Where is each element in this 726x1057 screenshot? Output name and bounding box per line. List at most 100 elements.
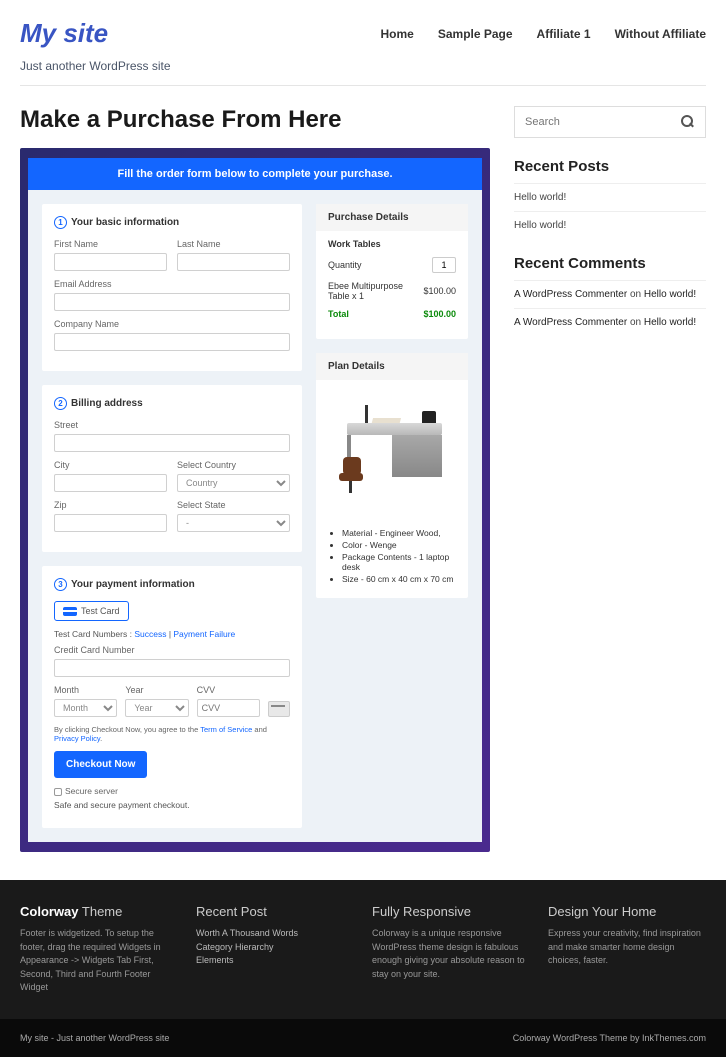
step-1-icon: 1 (54, 216, 67, 229)
bullet-item: Size - 60 cm x 40 cm x 70 cm (342, 574, 456, 584)
total-value: $100.00 (423, 309, 456, 319)
product-image (328, 388, 456, 518)
basic-info-card: 1Your basic information First Name Last … (42, 204, 302, 371)
nav-affiliate1[interactable]: Affiliate 1 (537, 27, 591, 41)
plan-bullets: Material - Engineer Wood, Color - Wenge … (328, 528, 456, 584)
qty-label: Quantity (328, 260, 362, 270)
tos-link[interactable]: Term of Service (200, 725, 252, 734)
test-card-numbers: Test Card Numbers : Success | Payment Fa… (54, 629, 290, 639)
recent-comment: A WordPress Commenter on Hello world! (514, 280, 706, 308)
success-link[interactable]: Success (134, 629, 166, 639)
email-input[interactable] (54, 293, 290, 311)
test-card-tab[interactable]: Test Card (54, 601, 129, 621)
street-input[interactable] (54, 434, 290, 452)
commenter-link[interactable]: A WordPress Commenter (514, 289, 627, 300)
footer-site-info: My site - Just another WordPress site (20, 1033, 169, 1043)
qty-input[interactable] (432, 257, 456, 273)
site-tagline: Just another WordPress site (0, 59, 726, 85)
order-form: Fill the order form below to complete yo… (20, 148, 490, 852)
total-label: Total (328, 309, 349, 319)
footer-link[interactable]: Category Hierarchy (196, 941, 354, 955)
privacy-link[interactable]: Privacy Policy (54, 734, 100, 743)
commenter-link[interactable]: A WordPress Commenter (514, 317, 627, 328)
footer-col3-text: Colorway is a unique responsive WordPres… (372, 927, 530, 981)
footer-col4-heading: Design Your Home (548, 904, 706, 919)
cvv-card-icon (268, 701, 290, 717)
search-box[interactable] (514, 106, 706, 138)
recent-post-link[interactable]: Hello world! (514, 211, 706, 239)
search-icon[interactable] (681, 115, 695, 129)
cvv-input[interactable] (197, 699, 260, 717)
company-label: Company Name (54, 319, 290, 329)
recent-comments-heading: Recent Comments (514, 255, 706, 272)
plan-details-card: Plan Details Material - Engineer Wood, C… (316, 353, 468, 598)
year-select[interactable]: Year (125, 699, 188, 717)
recent-posts-heading: Recent Posts (514, 158, 706, 175)
divider (20, 85, 706, 86)
last-name-label: Last Name (177, 239, 290, 249)
comment-post-link[interactable]: Hello world! (644, 289, 696, 300)
email-label: Email Address (54, 279, 290, 289)
month-label: Month (54, 685, 117, 695)
month-select[interactable]: Month (54, 699, 117, 717)
nav-home[interactable]: Home (381, 27, 414, 41)
bullet-item: Package Contents - 1 laptop desk (342, 552, 456, 572)
city-input[interactable] (54, 474, 167, 492)
first-name-input[interactable] (54, 253, 167, 271)
street-label: Street (54, 420, 290, 430)
item-price: $100.00 (423, 286, 456, 296)
first-name-label: First Name (54, 239, 167, 249)
step-3-icon: 3 (54, 578, 67, 591)
footer-link[interactable]: Worth A Thousand Words (196, 927, 354, 941)
terms-text: By clicking Checkout Now, you agree to t… (54, 725, 290, 743)
footer-theme-credit[interactable]: Colorway WordPress Theme by InkThemes.co… (513, 1033, 706, 1043)
billing-card: 2Billing address Street City Select Coun… (42, 385, 302, 552)
company-input[interactable] (54, 333, 290, 351)
plan-heading: Plan Details (316, 353, 468, 380)
footer-link[interactable]: Elements (196, 954, 354, 968)
bullet-item: Color - Wenge (342, 540, 456, 550)
state-select[interactable]: - (177, 514, 290, 532)
cvv-label: CVV (197, 685, 260, 695)
failure-link[interactable]: Payment Failure (173, 629, 235, 639)
lock-icon (54, 788, 62, 796)
footer-col4-text: Express your creativity, find inspiratio… (548, 927, 706, 968)
footer-col3-heading: Fully Responsive (372, 904, 530, 919)
item-name: Ebee Multipurpose Table x 1 (328, 281, 423, 301)
checkout-button[interactable]: Checkout Now (54, 751, 147, 778)
cc-label: Credit Card Number (54, 645, 290, 655)
recent-post-link[interactable]: Hello world! (514, 183, 706, 211)
purchase-heading: Purchase Details (316, 204, 468, 231)
purchase-details-card: Purchase Details Work Tables Quantity Eb… (316, 204, 468, 339)
bullet-item: Material - Engineer Wood, (342, 528, 456, 538)
footer-col1-heading: Colorway Theme (20, 904, 178, 919)
credit-card-icon (63, 607, 77, 616)
footer: Colorway Theme Footer is widgetized. To s… (0, 880, 726, 1019)
state-label: Select State (177, 500, 290, 510)
country-select[interactable]: Country (177, 474, 290, 492)
comment-post-link[interactable]: Hello world! (644, 317, 696, 328)
main-nav: Home Sample Page Affiliate 1 Without Aff… (381, 27, 707, 41)
purchase-sub: Work Tables (328, 239, 456, 249)
payment-card: 3Your payment information Test Card Test… (42, 566, 302, 828)
nav-without-affiliate[interactable]: Without Affiliate (615, 27, 706, 41)
site-title[interactable]: My site (20, 18, 108, 49)
cc-input[interactable] (54, 659, 290, 677)
footer-col2-heading: Recent Post (196, 904, 354, 919)
footer-col1-text: Footer is widgetized. To setup the foote… (20, 927, 178, 995)
year-label: Year (125, 685, 188, 695)
recent-comment: A WordPress Commenter on Hello world! (514, 308, 706, 336)
page-title: Make a Purchase From Here (20, 106, 490, 134)
secure-server: Secure server (54, 786, 290, 796)
zip-input[interactable] (54, 514, 167, 532)
step-2-icon: 2 (54, 397, 67, 410)
safe-text: Safe and secure payment checkout. (54, 800, 290, 810)
order-banner: Fill the order form below to complete yo… (28, 158, 482, 190)
zip-label: Zip (54, 500, 167, 510)
footer-bottom: My site - Just another WordPress site Co… (0, 1019, 726, 1057)
nav-sample[interactable]: Sample Page (438, 27, 513, 41)
last-name-input[interactable] (177, 253, 290, 271)
search-input[interactable] (525, 116, 681, 128)
city-label: City (54, 460, 167, 470)
country-label: Select Country (177, 460, 290, 470)
